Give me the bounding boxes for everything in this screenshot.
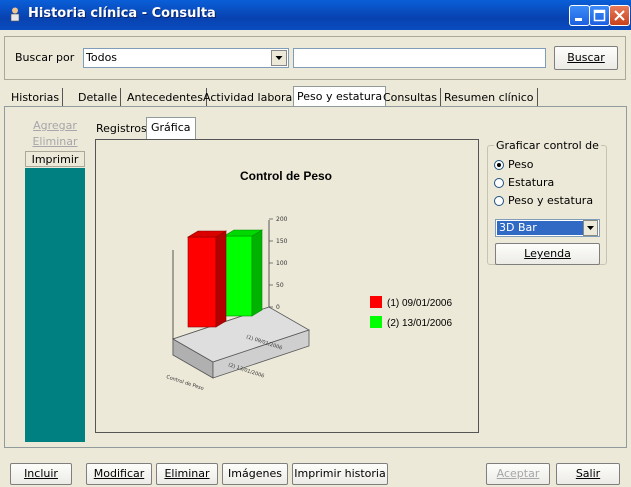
radio-peso-y-estatura-label: Peso y estatura <box>508 194 594 207</box>
radio-estatura-label: Estatura <box>508 176 555 189</box>
chart-type-dropdown-button[interactable] <box>583 220 598 236</box>
accept-button-label: Aceptar <box>496 467 540 480</box>
chart-bars <box>186 229 264 328</box>
chart-type-value: 3D Bar <box>497 221 583 235</box>
tab-antecedentes[interactable]: Antecedentes <box>124 88 207 107</box>
y-tick-label: 0 <box>276 304 280 311</box>
main-window: Historia clínica - Consulta Buscar por T… <box>0 0 631 487</box>
search-by-label: Buscar por <box>15 51 75 64</box>
chart-bar <box>222 229 264 317</box>
delete-button-label: Eliminar <box>164 467 210 480</box>
search-button-label: Buscar <box>567 51 605 64</box>
radio-estatura[interactable] <box>494 178 504 188</box>
include-button[interactable]: Incluir <box>10 463 72 485</box>
radio-peso-label: Peso <box>508 158 534 171</box>
legend-button-label: Leyenda <box>524 247 571 260</box>
print-button[interactable]: Imprimir <box>25 151 85 167</box>
add-button[interactable]: Agregar <box>25 118 85 134</box>
legend-button[interactable]: Leyenda <box>495 243 600 265</box>
app-icon <box>10 7 20 22</box>
chart-bar-front <box>223 235 253 317</box>
chart-axis-label-c: Control de Peso <box>165 374 204 392</box>
maximize-button[interactable] <box>589 5 610 26</box>
search-panel: Buscar por Todos Buscar <box>4 36 626 80</box>
radio-peso[interactable] <box>494 160 504 170</box>
chart-svg: Control de Peso 200 150 100 50 0 (1) 09/01/2… <box>165 169 452 392</box>
search-mode-dropdown-button[interactable] <box>271 50 287 66</box>
chart-area: Control de Peso 200 150 100 50 0 (1) 09/01/2… <box>95 139 479 433</box>
y-tick-label: 200 <box>276 216 288 223</box>
chart-bar-side <box>251 229 263 317</box>
legend-swatch <box>370 316 382 328</box>
inner-tab-grafica[interactable]: Gráfica <box>146 117 196 139</box>
chart-bar-front <box>187 236 217 328</box>
chart-title: Control de Peso <box>240 169 332 183</box>
maximize-icon <box>593 9 606 22</box>
y-tick-label: 150 <box>276 238 288 245</box>
delete-side-button[interactable]: Eliminar <box>25 134 85 150</box>
search-mode-select[interactable]: Todos <box>83 48 289 68</box>
minimize-button[interactable] <box>569 5 590 26</box>
title-bar[interactable]: Historia clínica - Consulta <box>0 0 631 30</box>
chevron-down-icon <box>587 226 594 230</box>
legend-label: (2) 13/01/2006 <box>387 318 452 329</box>
chart-legend: (1) 09/01/2006 (2) 13/01/2006 <box>370 296 452 329</box>
add-button-label: Agregar <box>33 119 77 132</box>
inner-tab-registros[interactable]: Registros <box>92 119 151 138</box>
legend-label: (1) 09/01/2006 <box>387 298 452 309</box>
exit-button[interactable]: Salir <box>556 463 620 485</box>
close-button[interactable] <box>609 5 630 26</box>
chart-bar <box>186 230 228 328</box>
search-input[interactable] <box>293 48 546 68</box>
chart-options-title: Graficar control de <box>494 139 601 152</box>
close-icon <box>614 10 625 21</box>
images-button[interactable]: Imágenes <box>222 463 288 485</box>
minimize-icon <box>575 18 582 21</box>
y-tick-label: 100 <box>276 260 288 267</box>
radio-peso-y-estatura[interactable] <box>494 196 504 206</box>
chevron-down-icon <box>275 56 283 60</box>
y-axis-ticks: 200 150 100 50 0 <box>269 216 288 311</box>
delete-side-button-label: Eliminar <box>32 135 78 148</box>
modify-button-label: Modificar <box>93 467 145 480</box>
legend-swatch <box>370 296 382 308</box>
tab-detalle[interactable]: Detalle <box>75 88 122 107</box>
tab-peso-y-estatura[interactable]: Peso y estatura <box>293 86 387 108</box>
chart-options-group: Graficar control de Peso Estatura Peso y… <box>487 139 607 265</box>
window-title: Historia clínica - Consulta <box>28 6 216 21</box>
chart-type-select[interactable]: 3D Bar <box>495 219 600 237</box>
print-history-button[interactable]: Imprimir historia <box>292 463 388 485</box>
include-button-label: Incluir <box>24 467 58 480</box>
chart-bar-side <box>215 230 227 328</box>
search-button[interactable]: Buscar <box>554 46 618 70</box>
search-mode-value: Todos <box>86 51 118 64</box>
print-history-button-label: Imprimir historia <box>294 467 386 480</box>
y-tick-label: 50 <box>276 282 284 289</box>
delete-button[interactable]: Eliminar <box>156 463 218 485</box>
tab-consultas[interactable]: Consultas <box>380 88 441 107</box>
side-panel-teal <box>25 168 85 442</box>
exit-button-label: Salir <box>575 467 601 480</box>
print-button-label: Imprimir <box>31 153 79 166</box>
tab-actividad-laboral[interactable]: Actividad laboral <box>200 88 300 107</box>
tab-resumen-clinico[interactable]: Resumen clínico <box>441 88 538 107</box>
modify-button[interactable]: Modificar <box>86 463 152 485</box>
accept-button[interactable]: Aceptar <box>486 463 550 485</box>
tab-historias[interactable]: Historias <box>8 88 64 107</box>
images-button-label: Imágenes <box>228 467 282 480</box>
